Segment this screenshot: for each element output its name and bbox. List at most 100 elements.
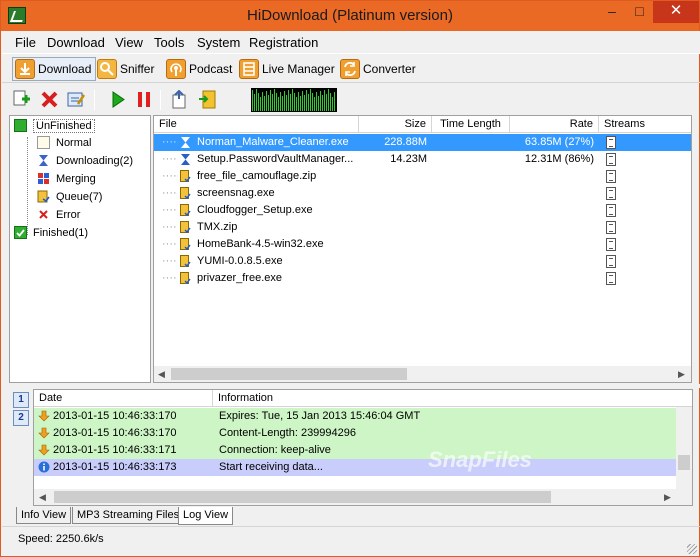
file-size (359, 202, 427, 219)
table-row[interactable]: ····· free_file_camouflage.zip (154, 168, 691, 185)
meter-bar (286, 95, 287, 111)
col-file[interactable]: File (154, 116, 359, 133)
meter-bar (306, 90, 307, 111)
menu-view[interactable]: View (115, 35, 143, 50)
info-icon (38, 461, 50, 473)
tree-downloading[interactable]: Downloading(2) (37, 152, 133, 169)
download-button[interactable]: Download (12, 57, 97, 81)
file-rate (510, 168, 594, 185)
table-row[interactable]: ····· HomeBank-4.5-win32.exe (154, 236, 691, 253)
tab-log-view[interactable]: Log View (178, 507, 234, 525)
title-bar[interactable]: HiDownload (Platinum version) – □ ✕ (1, 1, 699, 31)
scrollbar-thumb[interactable] (678, 455, 690, 470)
resize-grip-icon[interactable] (687, 544, 697, 554)
toolbar-separator (160, 90, 161, 110)
col-rate[interactable]: Rate (510, 116, 599, 133)
meter-bar (270, 90, 271, 111)
tab-info-view[interactable]: Info View (16, 507, 72, 524)
table-row[interactable]: ····· Cloudfogger_Setup.exe (154, 202, 691, 219)
file-rate (510, 219, 594, 236)
scroll-left-icon[interactable]: ◀ (158, 369, 165, 380)
speed-meter (251, 88, 337, 112)
streams-icon[interactable] (606, 238, 616, 251)
scroll-right-icon[interactable]: ▶ (664, 492, 671, 503)
tree-label: Finished(1) (33, 226, 89, 239)
edit-properties-icon[interactable] (66, 90, 85, 109)
streams-icon[interactable] (606, 170, 616, 183)
list-horizontal-scrollbar[interactable]: ◀ ▶ (154, 366, 691, 382)
sniffer-button[interactable]: Sniffer (97, 57, 154, 81)
log-tab-2[interactable]: 2 (13, 410, 29, 426)
tree-queue[interactable]: Queue(7) (37, 188, 102, 205)
converter-button[interactable]: Converter (340, 57, 416, 81)
streams-icon[interactable] (606, 136, 616, 149)
col-date[interactable]: Date (34, 390, 213, 407)
meter-bar (272, 94, 273, 111)
meter-bar (266, 91, 267, 111)
col-time-length[interactable]: Time Length (432, 116, 510, 133)
col-size[interactable]: Size (359, 116, 432, 133)
menu-tools[interactable]: Tools (154, 35, 184, 50)
podcast-button[interactable]: Podcast (166, 57, 232, 81)
table-row[interactable]: ····· privazer_free.exe (154, 270, 691, 287)
table-row[interactable]: ····· YUMI-0.0.8.5.exe (154, 253, 691, 270)
streams-icon[interactable] (606, 153, 616, 166)
file-name: screensnag.exe (197, 187, 275, 199)
log-row[interactable]: 2013-01-15 10:46:33:173 Start receiving d… (34, 459, 676, 476)
table-row[interactable]: ····· TMX.zip (154, 219, 691, 236)
table-row[interactable]: ····· Norman_Malware_Cleaner.exe 228.88M 63… (154, 134, 691, 151)
menu-system[interactable]: System (197, 35, 240, 50)
add-task-icon[interactable] (12, 90, 31, 109)
col-information[interactable]: Information (213, 390, 692, 407)
log-row[interactable]: 2013-01-15 10:46:33:170 Content-Length: 2… (34, 425, 676, 442)
open-folder-icon[interactable] (198, 90, 217, 109)
minimize-button[interactable]: – (598, 1, 626, 23)
tab-mp3-streaming[interactable]: MP3 Streaming Files (72, 507, 185, 524)
start-icon[interactable] (108, 90, 127, 109)
log-info: Connection: keep-alive (219, 444, 331, 456)
log-row[interactable]: 2013-01-15 10:46:33:170 Expires: Tue, 15 … (34, 408, 676, 425)
meter-bar (268, 95, 269, 111)
file-name: YUMI-0.0.8.5.exe (197, 255, 283, 267)
log-horizontal-scrollbar[interactable]: ◀ ▶ (34, 489, 692, 505)
streams-icon[interactable] (606, 221, 616, 234)
tree-normal[interactable]: Normal (37, 134, 91, 151)
streams-icon[interactable] (606, 255, 616, 268)
streams-icon[interactable] (606, 204, 616, 217)
meter-bar (302, 91, 303, 111)
pause-icon[interactable] (135, 90, 154, 109)
menu-file[interactable]: File (15, 35, 36, 50)
tree-label: Downloading(2) (56, 154, 134, 167)
log-vertical-scrollbar[interactable] (676, 407, 692, 489)
tree-error[interactable]: Error (37, 206, 80, 223)
tree-finished[interactable]: Finished(1) (14, 224, 88, 241)
menu-registration[interactable]: Registration (249, 35, 318, 50)
move-up-icon[interactable] (170, 90, 189, 109)
tree-merging[interactable]: Merging (37, 170, 96, 187)
file-icon (37, 136, 50, 149)
tree-unfinished[interactable]: UnFinished (14, 117, 95, 134)
streams-icon[interactable] (606, 272, 616, 285)
scrollbar-thumb[interactable] (171, 368, 407, 380)
maximize-button[interactable]: □ (626, 1, 653, 23)
streams-icon[interactable] (606, 187, 616, 200)
close-button[interactable]: ✕ (653, 1, 699, 23)
table-row[interactable]: ····· screensnag.exe (154, 185, 691, 202)
delete-icon[interactable] (40, 90, 59, 109)
file-size (359, 270, 427, 287)
merge-icon (37, 172, 50, 185)
log-tab-1[interactable]: 1 (13, 392, 29, 408)
col-streams[interactable]: Streams (599, 116, 691, 133)
tree-connector: ····· (162, 238, 178, 250)
table-row[interactable]: ····· Setup.PasswordVaultManager... 14.23M… (154, 151, 691, 168)
menu-download[interactable]: Download (47, 35, 105, 50)
hourglass-icon (181, 137, 190, 148)
pane-splitter[interactable] (2, 384, 700, 388)
scrollbar-thumb[interactable] (54, 491, 551, 503)
tree-label: UnFinished (33, 118, 95, 133)
scroll-left-icon[interactable]: ◀ (39, 492, 46, 503)
scroll-right-icon[interactable]: ▶ (678, 369, 685, 380)
meter-bar (284, 91, 285, 111)
live-manager-button[interactable]: Live Manager (239, 57, 335, 81)
log-row[interactable]: 2013-01-15 10:46:33:171 Connection: keep-… (34, 442, 676, 459)
